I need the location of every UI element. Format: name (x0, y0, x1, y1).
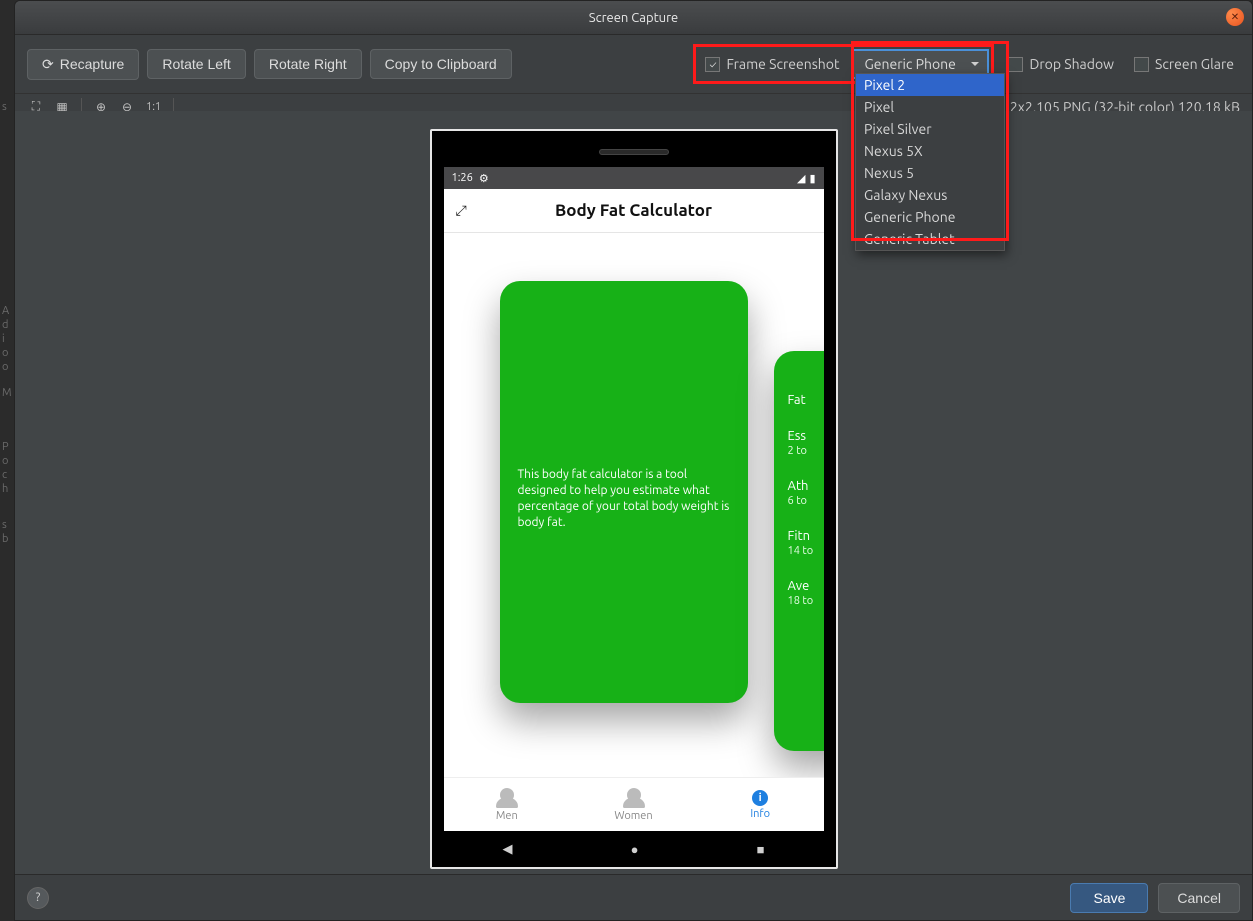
screen-glare-checkbox[interactable]: Screen Glare (1128, 52, 1240, 76)
group-label: Ath (788, 479, 824, 493)
card2-title: Fat (788, 393, 824, 407)
device-dropdown-panel: Pixel 2 Pixel Pixel Silver Nexus 5X Nexu… (855, 73, 1005, 251)
group-label: Fitn (788, 529, 824, 543)
editor-gutter: s Adioo M Poch sb (0, 0, 14, 921)
close-icon: ✕ (1231, 11, 1239, 23)
rotate-left-label: Rotate Left (162, 56, 231, 72)
back-icon: ◀ (503, 842, 513, 857)
dropdown-item[interactable]: Pixel (856, 96, 1004, 118)
group-sub: 2 to (788, 445, 824, 457)
recapture-label: Recapture (60, 56, 125, 72)
dropdown-item[interactable]: Pixel Silver (856, 118, 1004, 140)
main-toolbar: ⟳ Recapture Rotate Left Rotate Right Cop… (15, 35, 1252, 93)
group-sub: 6 to (788, 495, 824, 507)
nav-info-label: Info (750, 808, 770, 820)
dialog-frame: Screen Capture ✕ ⟳ Recapture Rotate Left… (14, 0, 1253, 921)
checkbox-empty-icon (1008, 57, 1023, 72)
title-bar: Screen Capture ✕ (15, 1, 1252, 35)
refresh-icon: ⟳ (42, 56, 54, 73)
person-icon (627, 788, 641, 802)
app-body: This body fat calculator is a tool desig… (444, 233, 824, 777)
info-icon: i (752, 790, 768, 806)
device-select-value: Generic Phone (864, 56, 955, 72)
speaker-icon (599, 149, 669, 155)
recapture-button[interactable]: ⟳ Recapture (27, 49, 139, 80)
group-sub: 18 to (788, 595, 824, 607)
close-button[interactable]: ✕ (1226, 8, 1244, 26)
nav-men[interactable]: Men (444, 778, 571, 831)
rotate-right-label: Rotate Right (269, 56, 347, 72)
chevron-down-icon (971, 62, 979, 66)
cancel-label: Cancel (1177, 890, 1221, 906)
dropdown-item[interactable]: Generic Tablet (856, 228, 1004, 250)
copy-clipboard-label: Copy to Clipboard (385, 56, 497, 72)
dropdown-item[interactable]: Pixel 2 (856, 74, 1004, 96)
battery-icon: ▮ (809, 172, 815, 185)
check-icon: ✓ (705, 57, 720, 72)
nav-women-label: Women (614, 810, 652, 822)
android-nav-bar: ◀ ● ■ (444, 831, 824, 867)
frame-screenshot-checkbox[interactable]: ✓ Frame Screenshot (699, 52, 845, 76)
arrows-icon: ⤢ (456, 202, 467, 219)
copy-clipboard-button[interactable]: Copy to Clipboard (370, 49, 512, 79)
home-icon: ● (631, 842, 639, 857)
group-label: Ess (788, 429, 824, 443)
bottom-nav: Men Women i Info (444, 777, 824, 831)
info-card-2: Fat Ess 2 to Ath 6 to Fitn 14 to (774, 351, 824, 751)
checkbox-empty-icon (1134, 57, 1149, 72)
nav-women[interactable]: Women (570, 778, 697, 831)
dialog-button-bar: ? Save Cancel (15, 874, 1252, 920)
recents-icon: ■ (757, 842, 765, 857)
signal-icon: ◢ (797, 172, 805, 185)
window-title: Screen Capture (589, 11, 678, 25)
dropdown-item[interactable]: Nexus 5X (856, 140, 1004, 162)
save-label: Save (1093, 890, 1125, 906)
app-header: ⤢ Body Fat Calculator (444, 189, 824, 233)
nav-men-label: Men (496, 810, 518, 822)
info-card-1: This body fat calculator is a tool desig… (500, 281, 748, 703)
phone-screen: 1:26 ⚙ ◢ ▮ ⤢ Body Fat Calculator This bo… (444, 167, 824, 831)
phone-frame: 1:26 ⚙ ◢ ▮ ⤢ Body Fat Calculator This bo… (430, 129, 838, 869)
group-sub: 14 to (788, 545, 824, 557)
gear-icon: ⚙ (479, 172, 489, 185)
app-title: Body Fat Calculator (555, 201, 712, 220)
cancel-button[interactable]: Cancel (1158, 883, 1240, 913)
group-label: Ave (788, 579, 824, 593)
person-icon (500, 788, 514, 802)
save-button[interactable]: Save (1070, 883, 1148, 913)
rotate-left-button[interactable]: Rotate Left (147, 49, 246, 79)
frame-screenshot-label: Frame Screenshot (726, 56, 839, 72)
status-time: 1:26 (452, 172, 473, 184)
preview-canvas[interactable]: 1:26 ⚙ ◢ ▮ ⤢ Body Fat Calculator This bo… (15, 111, 1252, 874)
drop-shadow-checkbox[interactable]: Drop Shadow (1002, 52, 1120, 76)
android-status-bar: 1:26 ⚙ ◢ ▮ (444, 167, 824, 189)
help-button[interactable]: ? (27, 887, 49, 909)
help-icon: ? (36, 891, 41, 904)
card-description: This body fat calculator is a tool desig… (518, 467, 730, 531)
screen-glare-label: Screen Glare (1155, 56, 1234, 72)
dropdown-item[interactable]: Galaxy Nexus (856, 184, 1004, 206)
dropdown-item[interactable]: Nexus 5 (856, 162, 1004, 184)
rotate-right-button[interactable]: Rotate Right (254, 49, 362, 79)
dropdown-item[interactable]: Generic Phone (856, 206, 1004, 228)
nav-info[interactable]: i Info (697, 778, 824, 831)
drop-shadow-label: Drop Shadow (1029, 56, 1114, 72)
